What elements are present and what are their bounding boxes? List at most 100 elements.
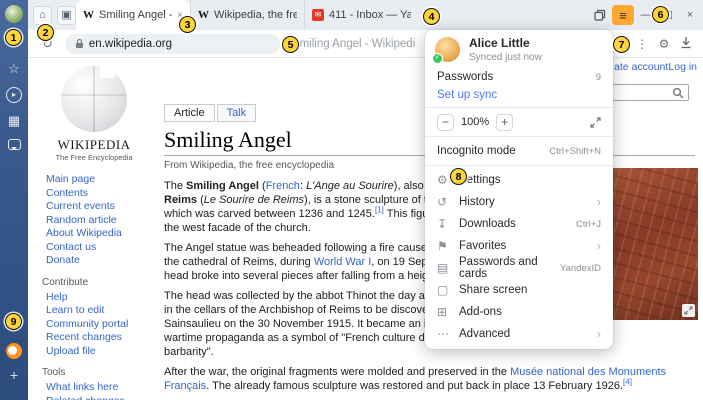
sidebar-link[interactable]: Learn to edit — [38, 304, 150, 318]
favorites-star-icon[interactable]: ☆ — [6, 61, 22, 77]
profile-avatar[interactable] — [5, 5, 23, 23]
sidebar-link[interactable]: Upload file — [38, 345, 150, 359]
lock-icon — [75, 38, 84, 49]
messenger-icon[interactable] — [8, 139, 21, 150]
menu-item-add-ons[interactable]: ⊞ Add-ons — [425, 301, 613, 323]
browser-menu-button[interactable]: ≡ — [612, 5, 634, 25]
article-link[interactable]: [1] — [375, 205, 384, 214]
menu-item-label: Share screen — [459, 284, 527, 296]
sidebar-link[interactable]: About Wikipedia — [38, 227, 150, 241]
article-image[interactable] — [608, 168, 698, 320]
tab-talk[interactable]: Talk — [217, 104, 257, 122]
menu-item-passwords-count[interactable]: Passwords 9 — [425, 68, 613, 86]
menu-item-history[interactable]: ↺ History › — [425, 191, 613, 213]
wikipedia-wordmark: WIKIPEDIA — [38, 137, 150, 153]
article-text: . The already famous sculpture was resto… — [206, 380, 623, 392]
download-icon[interactable] — [675, 36, 697, 52]
url-text: en.wikipedia.org — [89, 38, 172, 50]
menu-item-shortcut: Ctrl+J — [576, 219, 601, 230]
sidebar-link[interactable]: Recent changes — [38, 331, 150, 345]
annotation-1: 1 — [5, 29, 22, 46]
close-button[interactable]: × — [680, 4, 700, 26]
sidebar-link[interactable]: Main page — [38, 173, 150, 187]
menu-item-shortcut: Ctrl+Shift+N — [549, 146, 601, 157]
article-text: ), is a stone sculpture of the — [304, 194, 442, 206]
extensions-icon[interactable]: ⚙ — [653, 37, 675, 51]
menu-item-favorites[interactable]: ⚑ Favorites › — [425, 235, 613, 257]
browser-menu: ✓ Alice Little Synced just now Passwords… — [425, 30, 613, 349]
sidebar-link[interactable]: Community portal — [38, 318, 150, 332]
tab-board-button[interactable]: ▣ — [57, 6, 76, 25]
tab-wikipedia-main[interactable]: W Wikipedia, the free encyclop — [190, 0, 304, 30]
menu-item-passwords-and-cards[interactable]: ▤ Passwords and cards YandexID — [425, 257, 613, 279]
article-text: Reims — [164, 194, 197, 206]
alice-icon[interactable] — [6, 343, 22, 359]
menu-item-incognito[interactable]: Incognito mode Ctrl+Shift+N — [425, 140, 613, 162]
tab-smiling-angel[interactable]: W Smiling Angel - Wi × — [76, 0, 190, 30]
sidebar-add-icon[interactable]: + — [6, 368, 22, 384]
article-link[interactable]: French — [266, 180, 300, 192]
screen-icon: ▢ — [437, 283, 454, 297]
sidebar-link[interactable]: Help — [38, 291, 150, 305]
sidebar-link[interactable]: Donate — [38, 254, 150, 268]
menu-item-label: Passwords and cards — [459, 256, 560, 280]
sync-check-icon: ✓ — [432, 53, 443, 64]
annotation-3: 3 — [179, 16, 196, 33]
wiki-sidebar: WIKIPEDIA The Free Encyclopedia Main pag… — [28, 58, 150, 400]
setup-sync-link[interactable]: Set up sync — [425, 86, 613, 104]
menu-item-label: Advanced — [459, 328, 510, 340]
zoom-controls: − 100% + — [425, 111, 613, 133]
tab-yandex-mail[interactable]: ✉ 411 - Inbox — Yandex Mail — [304, 0, 418, 30]
contribute-heading: Contribute — [42, 277, 150, 288]
url-field[interactable]: en.wikipedia.org — [65, 34, 280, 54]
article-text: ( — [197, 194, 204, 206]
menu-item-downloads[interactable]: ↧ Downloads Ctrl+J — [425, 213, 613, 235]
cards-icon: ▤ — [437, 261, 454, 275]
zoom-out-button[interactable]: − — [437, 114, 454, 131]
passwords-count: 9 — [596, 72, 601, 83]
menu-item-advanced[interactable]: ⋯ Advanced › — [425, 323, 613, 345]
article-text: the west facade of the church. — [164, 222, 311, 234]
article-text: barbarity". — [164, 346, 214, 358]
annotation-8: 8 — [450, 168, 467, 185]
sync-status: Synced just now — [469, 52, 542, 63]
menu-item-share-screen[interactable]: ▢ Share screen — [425, 279, 613, 301]
menu-divider — [425, 136, 613, 137]
wikipedia-logo[interactable] — [61, 66, 127, 132]
sidebar-link[interactable]: Contact us — [38, 241, 150, 255]
tab-title: 411 - Inbox — Yandex Mail — [329, 9, 411, 21]
all-tabs-icon[interactable] — [590, 4, 610, 26]
sidebar-link[interactable]: Current events — [38, 200, 150, 214]
menu-user-header[interactable]: ✓ Alice Little Synced just now — [425, 30, 613, 68]
article-link[interactable]: World War I — [314, 256, 371, 268]
more-icon[interactable]: ⋮ — [631, 37, 653, 51]
create-account-link[interactable]: ate account — [614, 61, 668, 73]
sidebar-link[interactable]: Contents — [38, 187, 150, 201]
sidebar-link[interactable]: Random article — [38, 214, 150, 228]
menu-item-label: History — [459, 196, 495, 208]
wikipedia-tagline: The Free Encyclopedia — [38, 153, 150, 162]
sidebar-link[interactable]: What links here — [38, 381, 150, 395]
fullscreen-icon[interactable] — [590, 117, 601, 128]
tools-heading: Tools — [42, 367, 150, 378]
zoom-in-button[interactable]: + — [496, 114, 513, 131]
menu-item-label: Add-ons — [459, 306, 502, 318]
sidebar-link[interactable]: Related changes — [38, 395, 150, 400]
article-text: which was carved between 1236 and 1245. — [164, 208, 375, 220]
tab-article[interactable]: Article — [164, 104, 215, 122]
article-text: L'Ange au Sourire — [306, 180, 394, 192]
home-tab-button[interactable]: ⌂ — [33, 6, 52, 25]
menu-divider — [425, 107, 613, 108]
services-grid-icon[interactable]: ▦ — [6, 113, 22, 129]
video-play-icon[interactable]: ▸ — [6, 87, 22, 103]
annotation-2: 2 — [37, 24, 54, 41]
image-expand-icon[interactable] — [682, 304, 695, 317]
annotation-4: 4 — [423, 8, 440, 25]
login-link[interactable]: Log in — [668, 61, 697, 73]
menu-item-label: Downloads — [459, 218, 516, 230]
annotation-6: 6 — [652, 6, 669, 23]
article-paragraph: After the war, the original fragments we… — [164, 365, 695, 393]
article-link[interactable]: [4] — [623, 377, 632, 386]
annotation-9: 9 — [5, 313, 22, 330]
article-text: The — [164, 180, 186, 192]
